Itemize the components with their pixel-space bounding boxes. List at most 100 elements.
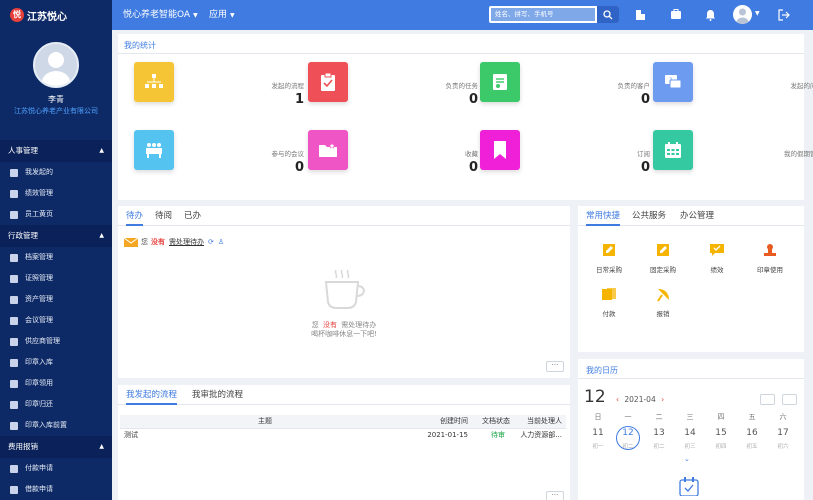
stat-clients[interactable]: 负责的客户 0 xyxy=(480,62,650,117)
avatar[interactable] xyxy=(33,42,79,88)
nav-group-admin[interactable]: 行政管理 ▲ xyxy=(0,225,112,247)
cell-status: 待审 xyxy=(491,431,505,440)
chevron-down-icon[interactable]: ⌄ xyxy=(684,455,690,463)
menu-apps[interactable]: 应用 ▼ xyxy=(209,0,235,30)
weekday-label: 五 xyxy=(748,413,756,421)
stat-leave[interactable]: 我的假期管理 xyxy=(653,130,813,185)
cell-handler: 人力资源部... xyxy=(520,431,562,440)
sidebar-item-loan[interactable]: 借款申请 xyxy=(0,479,112,500)
app-logo[interactable]: 悦 江苏悦心 xyxy=(0,0,112,30)
flow-panel: 我发起的流程 我审批的流程 主题 创建时间 文档状态 当前处理人 测试 2021… xyxy=(118,385,570,500)
column-subject[interactable]: 主题 xyxy=(120,415,410,429)
search-icon[interactable] xyxy=(597,6,619,23)
stat-label: 发起的流程 xyxy=(271,82,305,90)
calendar-date[interactable]: 11 xyxy=(584,428,612,438)
calendar-prev-button[interactable] xyxy=(760,394,775,405)
stat-issues[interactable]: ? 发起的问题 0 xyxy=(653,62,813,117)
notice-link[interactable]: 需处理待办 xyxy=(169,237,204,247)
quick-daily-purchase[interactable]: 日常采购 xyxy=(589,242,629,274)
more-button[interactable]: ··· xyxy=(546,491,564,500)
column-created[interactable]: 创建时间 xyxy=(410,415,468,429)
calendar-date[interactable]: 14 xyxy=(676,428,704,438)
divider xyxy=(118,53,804,54)
sidebar-item-seal-return[interactable]: 印章归还 xyxy=(0,394,112,415)
calendar-next-button[interactable] xyxy=(782,394,797,405)
coffee-cup-icon xyxy=(318,268,368,312)
tab-todo[interactable]: 待办 xyxy=(126,206,144,226)
calendar-date[interactable]: 17 xyxy=(769,428,797,438)
table-row[interactable]: 测试 2021-01-15 待审 人力资源部... xyxy=(120,428,566,442)
sidebar-item-directory[interactable]: 员工黄页 xyxy=(0,204,112,225)
sidebar-item-archives[interactable]: 档案管理 xyxy=(0,247,112,268)
stat-initiated[interactable]: 发起的流程 1 xyxy=(134,62,304,117)
stat-tasks[interactable]: 负责的任务 0 xyxy=(308,62,478,117)
stat-meetings[interactable]: 参与的会议 0 xyxy=(134,130,304,185)
briefcase-icon[interactable] xyxy=(669,8,682,21)
quick-tabs: 常用快捷 公共服务 办公管理 xyxy=(578,206,804,226)
search-input[interactable]: 姓名、拼写、手机号 xyxy=(491,8,595,21)
building-icon[interactable] xyxy=(634,8,647,21)
quick-label: 印章使用 xyxy=(757,266,783,274)
stat-value: 0 xyxy=(468,160,478,175)
sidebar-item-seal-use[interactable]: 印章领用 xyxy=(0,373,112,394)
calendar-date[interactable]: 13 xyxy=(645,428,673,438)
calendar-date[interactable]: 16 xyxy=(738,428,766,438)
sidebar-item-initiated[interactable]: 我发起的 xyxy=(0,162,112,183)
cell-subject[interactable]: 测试 xyxy=(120,428,410,442)
calendar-icon xyxy=(665,142,681,158)
chevron-up-icon: ▲ xyxy=(99,147,104,154)
sidebar-item-assets[interactable]: 资产管理 xyxy=(0,289,112,310)
sidebar-item-seal-pre[interactable]: 印章入库前置 xyxy=(0,415,112,436)
tab-toread[interactable]: 待阅 xyxy=(155,206,172,226)
tab-my-initiated[interactable]: 我发起的流程 xyxy=(126,385,178,405)
tab-shortcuts[interactable]: 常用快捷 xyxy=(586,206,621,226)
stat-tile xyxy=(134,130,174,170)
stat-label: 我的假期管理 xyxy=(784,150,813,158)
user-avatar[interactable] xyxy=(733,5,752,24)
tab-public-service[interactable]: 公共服务 xyxy=(632,206,666,226)
user-icon[interactable]: ♙ xyxy=(218,238,224,246)
quick-label: 报销 xyxy=(656,310,670,318)
bell-icon[interactable] xyxy=(704,8,717,21)
sidebar-item-licenses[interactable]: 证照管理 xyxy=(0,268,112,289)
chevron-right-icon[interactable]: › xyxy=(661,395,664,404)
contact-card-icon xyxy=(493,74,507,90)
quick-performance[interactable]: 绩效 xyxy=(697,242,737,274)
quick-fixed-purchase[interactable]: 固定采购 xyxy=(643,242,683,274)
stat-tile xyxy=(653,130,693,170)
sidebar-item-meetings[interactable]: 会议管理 xyxy=(0,310,112,331)
sidebar-item-seal-in[interactable]: 印章入库 xyxy=(0,352,112,373)
chat-icon xyxy=(709,242,725,258)
logo-text: 江苏悦心 xyxy=(27,11,67,23)
chevron-down-icon[interactable]: ▼ xyxy=(755,10,760,17)
quick-label: 绩效 xyxy=(710,266,724,274)
archive-icon xyxy=(10,253,18,262)
sidebar-item-performance[interactable]: 绩效管理 xyxy=(0,183,112,204)
stat-favorites[interactable]: 收藏 0 xyxy=(308,130,478,185)
stat-tile xyxy=(308,62,348,102)
tab-done[interactable]: 已办 xyxy=(184,206,201,226)
logout-icon[interactable] xyxy=(777,8,790,21)
refresh-icon[interactable]: ⟳ xyxy=(208,238,214,246)
todo-tabs: 待办 待阅 已办 xyxy=(118,206,570,226)
todo-notice: 您 没有 需处理待办 ⟳ ♙ xyxy=(124,236,224,248)
sidebar-item-suppliers[interactable]: 供应商管理 xyxy=(0,331,112,352)
quick-payment[interactable]: 付款 xyxy=(589,286,629,318)
nav-group-hr[interactable]: 人事管理 ▲ xyxy=(0,140,112,162)
column-status[interactable]: 文档状态 xyxy=(468,415,510,429)
chevron-left-icon[interactable]: ‹ xyxy=(616,395,619,404)
menu-oa[interactable]: 悦心养老智能OA ▼ xyxy=(123,0,198,30)
more-button[interactable]: ··· xyxy=(546,361,564,372)
calendar-date[interactable]: 15 xyxy=(707,428,735,438)
sidebar-item-payment[interactable]: 付款申请 xyxy=(0,458,112,479)
quick-reimburse[interactable]: 报销 xyxy=(643,286,683,318)
quick-seal-use[interactable]: 印章使用 xyxy=(750,242,790,274)
nav-group-expense[interactable]: 费用报销 ▲ xyxy=(0,436,112,458)
stat-subscriptions[interactable]: 订阅 0 xyxy=(480,130,650,185)
tab-office-admin[interactable]: 办公管理 xyxy=(680,206,714,226)
todo-panel: 待办 待阅 已办 您 没有 需处理待办 ⟳ ♙ 您 没有 需处理待办 喝杯咖啡休… xyxy=(118,206,570,378)
calendar-date-today[interactable]: 12 xyxy=(614,428,642,438)
tab-my-approval[interactable]: 我审批的流程 xyxy=(192,385,243,405)
column-handler[interactable]: 当前处理人 xyxy=(510,415,566,429)
stat-tile xyxy=(480,130,520,170)
